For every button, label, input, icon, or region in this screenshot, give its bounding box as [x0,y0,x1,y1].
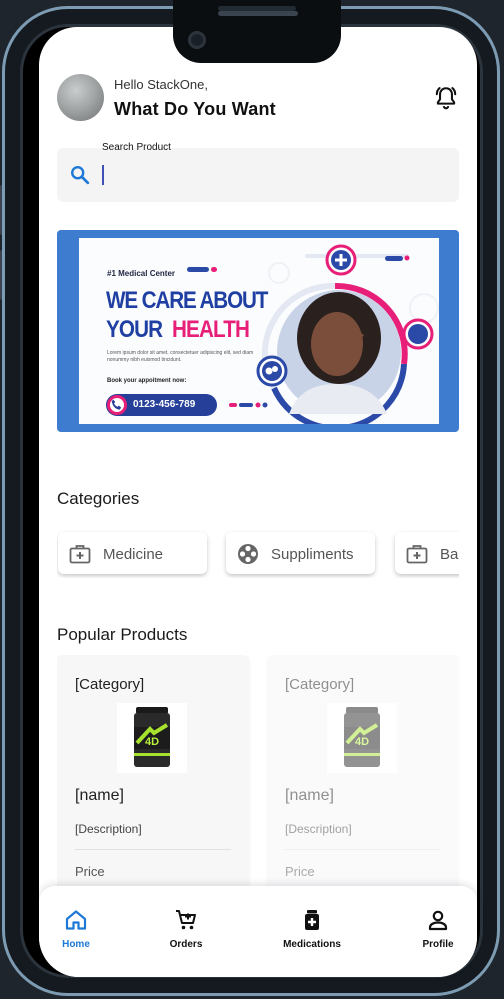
category-label: Suppliments [271,546,354,563]
nav-profile[interactable]: Profile [393,908,483,956]
nav-label: Home [62,939,90,950]
divider [285,849,441,850]
medicine-bottle-icon [305,910,319,930]
categories-list: Medicine Suppliments Bal [57,530,459,578]
product-image: 4D [327,703,397,773]
category-label: Medicine [103,546,164,563]
bottom-nav: Home Orders Medications Profile [39,886,477,977]
greeting-text: Hello StackOne, [114,77,208,92]
category-suppliments[interactable]: Suppliments [226,532,375,574]
product-description: [Description] [285,822,352,836]
banner-headline-health: HEALTH [172,316,250,343]
supplement-tub-image: 4D [134,707,170,767]
nav-label: Profile [422,939,454,950]
product-price: Price [75,864,105,879]
product-category: [Category] [75,676,145,693]
divider [75,849,231,850]
medical-kit-icon [69,545,91,564]
nav-label: Medications [283,939,341,950]
cart-add-icon [176,910,196,930]
supplement-tub-image: 4D [344,707,380,767]
product-name: [name] [285,787,334,804]
header: Hello StackOne, What Do You Want [57,73,462,123]
home-icon [65,910,87,930]
svg-text:4D: 4D [145,736,159,748]
banner-headline-line1: WE CARE ABOUT [106,287,268,314]
person-icon [428,910,448,931]
supplement-wheel-icon [238,544,258,564]
banner-description: Lorem ipsum dolor sit amet, consectetuer… [107,350,254,363]
nav-orders[interactable]: Orders [141,908,231,956]
avatar[interactable] [57,74,104,121]
banner-phone-number: 0123-456-789 [133,399,196,410]
earpiece [218,11,298,16]
product-price: Price [285,864,315,879]
category-bal[interactable]: Bal [395,532,459,574]
banner-phone-pill: 0123-456-789 [106,394,217,416]
category-label: Bal [440,546,459,563]
promo-banner[interactable]: #1 Medical Center WE CARE ABOUT YOUR HEA… [57,230,459,432]
product-card[interactable]: [Category] 4D [name] [Description] Price [57,655,249,895]
popular-products-title: Popular Products [57,625,188,644]
product-image: 4D [117,703,187,773]
product-category: [Category] [285,676,355,693]
banner-booking-label: Book your appoitment now: [107,378,187,384]
nav-label: Orders [169,939,203,950]
product-description: [Description] [75,822,142,836]
products-list: [Category] 4D [name] [Description] Price… [57,655,459,895]
banner-card: #1 Medical Center WE CARE ABOUT YOUR HEA… [79,238,439,424]
medical-kit-icon [406,545,428,564]
text-caret [102,165,104,185]
phone-icon [107,395,127,415]
page-headline: What Do You Want [114,99,276,119]
nav-home[interactable]: Home [31,908,121,956]
nav-medications[interactable]: Medications [267,908,357,956]
svg-text:4D: 4D [355,736,369,748]
product-card[interactable]: [Category] 4D [name] [Description] Price [267,655,459,895]
search-label: Search Product [102,142,171,153]
bell-icon[interactable] [433,85,459,111]
device-mockup: Hello StackOne, What Do You Want Search … [0,0,504,999]
front-camera [188,31,206,49]
category-medicine[interactable]: Medicine [58,532,207,574]
search-input[interactable]: Search Product [57,142,459,202]
categories-title: Categories [57,489,140,508]
banner-headline-your: YOUR [106,316,163,343]
search-icon [71,166,90,185]
product-name: [name] [75,787,124,804]
banner-tag: #1 Medical Center [107,269,176,278]
